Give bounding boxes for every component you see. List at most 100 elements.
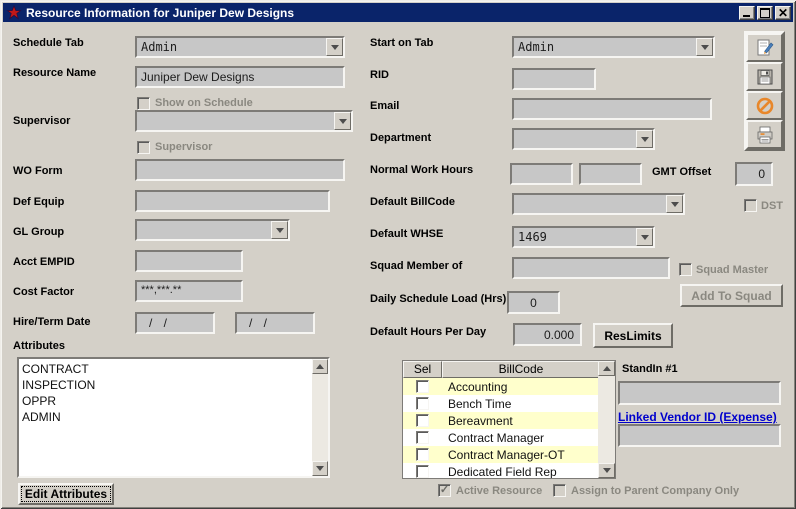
scroll-down-icon[interactable] (598, 463, 615, 478)
default-billcode-select[interactable] (512, 193, 685, 215)
chevron-down-icon[interactable] (326, 38, 343, 56)
billcode-table: Sel BillCode Accounting Bench Time Berea… (402, 360, 616, 479)
attributes-label: Attributes (13, 340, 65, 352)
billcode-name: Bench Time (448, 397, 511, 411)
table-row[interactable]: Dedicated Field Rep (403, 463, 600, 478)
daily-schedule-load-input[interactable]: 0 (507, 291, 560, 314)
hire-term-date-label: Hire/Term Date (13, 316, 90, 328)
cancel-icon (755, 96, 775, 116)
table-row[interactable]: Bench Time (403, 395, 600, 412)
cost-factor-label: Cost Factor (13, 286, 74, 298)
work-hours-start-input[interactable] (510, 163, 573, 185)
acct-empid-input[interactable] (135, 250, 243, 272)
hire-date-input[interactable]: / / (135, 312, 215, 334)
list-item[interactable]: CONTRACT (22, 361, 312, 377)
gl-group-select[interactable] (135, 219, 290, 241)
work-hours-end-input[interactable] (579, 163, 642, 185)
assign-parent-checkbox[interactable] (553, 484, 566, 497)
scroll-up-icon[interactable] (312, 359, 328, 374)
print-icon (755, 125, 775, 145)
default-hours-per-day-label: Default Hours Per Day (370, 326, 486, 338)
gmt-offset-label: GMT Offset (652, 166, 711, 178)
def-equip-input[interactable] (135, 190, 330, 212)
scroll-up-icon[interactable] (598, 361, 615, 376)
rid-label: RID (370, 69, 389, 81)
minimize-button[interactable] (739, 6, 755, 20)
billcode-checkbox[interactable] (416, 380, 429, 393)
edit-attributes-button[interactable]: Edit Attributes (18, 483, 114, 505)
table-row[interactable]: Contract Manager (403, 429, 600, 446)
dst-checkbox[interactable] (744, 199, 757, 212)
gl-group-label: GL Group (13, 226, 64, 238)
supervisor-checkbox[interactable] (137, 141, 150, 154)
default-whse-label: Default WHSE (370, 228, 443, 240)
window-title: Resource Information for Juniper Dew Des… (26, 6, 737, 20)
schedule-tab-value: Admin (141, 40, 177, 54)
default-hours-per-day-input[interactable]: 0.000 (513, 323, 582, 346)
email-input[interactable] (512, 98, 712, 120)
gmt-offset-input[interactable]: 0 (735, 162, 773, 186)
list-item[interactable]: OPPR (22, 393, 312, 409)
wo-form-label: WO Form (13, 165, 63, 177)
chevron-down-icon[interactable] (636, 228, 653, 246)
def-equip-label: Def Equip (13, 196, 64, 208)
maximize-button[interactable] (757, 6, 773, 20)
billcode-checkbox[interactable] (416, 465, 429, 478)
print-button[interactable] (746, 120, 783, 149)
standin-label: StandIn #1 (622, 363, 678, 375)
resource-information-window: Resource Information for Juniper Dew Des… (0, 0, 796, 509)
rid-input[interactable] (512, 68, 596, 90)
table-header-sel[interactable]: Sel (403, 361, 442, 378)
department-select[interactable] (512, 128, 655, 150)
list-item[interactable]: INSPECTION (22, 377, 312, 393)
chevron-down-icon[interactable] (636, 130, 653, 148)
supervisor-select[interactable] (135, 110, 353, 132)
linked-vendor-id-link[interactable]: Linked Vendor ID (Expense) (618, 410, 777, 424)
billcode-checkbox[interactable] (416, 448, 429, 461)
billcode-name: Contract Manager (448, 431, 544, 445)
standin-input[interactable] (618, 381, 781, 405)
supervisor-checkbox-label: Supervisor (155, 141, 212, 153)
chevron-down-icon[interactable] (696, 38, 713, 56)
department-label: Department (370, 132, 431, 144)
start-on-tab-select[interactable]: Admin (512, 36, 715, 58)
default-whse-select[interactable]: 1469 (512, 226, 655, 248)
show-on-schedule-checkbox[interactable] (137, 97, 150, 110)
wo-form-input[interactable] (135, 159, 345, 181)
linked-vendor-id-input[interactable] (618, 424, 781, 447)
list-item[interactable]: ADMIN (22, 409, 312, 425)
schedule-tab-select[interactable]: Admin (135, 36, 345, 58)
close-button[interactable]: ✕ (775, 6, 791, 20)
assign-parent-label: Assign to Parent Company Only (571, 485, 739, 497)
chevron-down-icon[interactable] (666, 195, 683, 213)
save-button[interactable] (746, 62, 783, 91)
default-billcode-label: Default BillCode (370, 196, 455, 208)
billcode-checkbox[interactable] (416, 431, 429, 444)
add-to-squad-button[interactable]: Add To Squad (680, 284, 783, 307)
table-row[interactable]: Contract Manager-OT (403, 446, 600, 463)
table-header-billcode[interactable]: BillCode (442, 361, 600, 378)
scroll-down-icon[interactable] (312, 461, 328, 476)
resource-name-input[interactable]: Juniper Dew Designs (135, 66, 345, 88)
squad-master-checkbox[interactable] (679, 263, 692, 276)
billcode-name: Contract Manager-OT (448, 448, 565, 462)
billcode-scrollbar[interactable] (598, 361, 615, 478)
chevron-down-icon[interactable] (271, 221, 288, 239)
term-date-input[interactable]: / / (235, 312, 315, 334)
titlebar[interactable]: Resource Information for Juniper Dew Des… (3, 3, 793, 22)
billcode-checkbox[interactable] (416, 414, 429, 427)
table-row[interactable]: Accounting (403, 378, 600, 395)
reslimits-button[interactable]: ResLimits (593, 323, 673, 348)
attributes-scrollbar[interactable] (312, 359, 328, 476)
billcode-checkbox[interactable] (416, 397, 429, 410)
edit-record-button[interactable] (746, 33, 783, 62)
close-icon: ✕ (778, 8, 788, 18)
active-resource-checkbox[interactable] (438, 484, 451, 497)
cancel-button[interactable] (746, 91, 783, 120)
attributes-listbox[interactable]: CONTRACT INSPECTION OPPR ADMIN (17, 357, 330, 478)
table-row[interactable]: Bereavment (403, 412, 600, 429)
cost-factor-input[interactable]: ***,***.** (135, 280, 243, 302)
save-icon (755, 67, 775, 87)
squad-member-of-input[interactable] (512, 257, 670, 279)
chevron-down-icon[interactable] (334, 112, 351, 130)
